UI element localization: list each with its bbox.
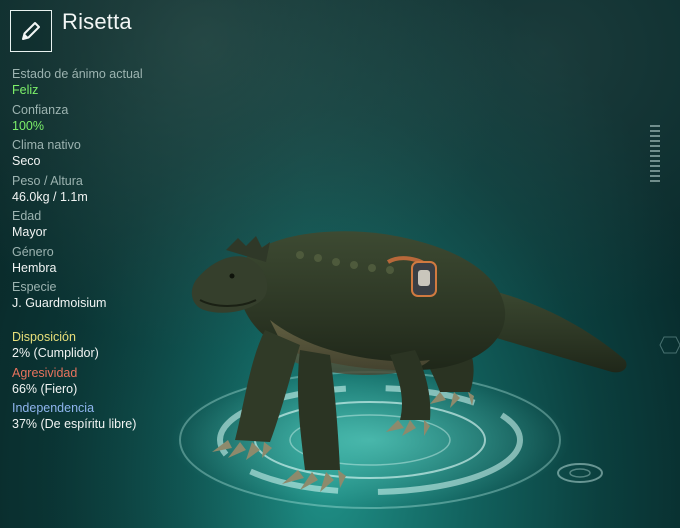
stat-value: J. Guardmoisium: [12, 296, 107, 310]
creature-name: Risetta: [62, 9, 132, 34]
edit-name-button[interactable]: [10, 10, 52, 52]
stat-trust: Confianza 100%: [12, 103, 262, 139]
trait-disposition: Disposición 2% (Cumplidor): [12, 330, 262, 366]
stat-species: Especie J. Guardmoisium: [12, 280, 262, 316]
stat-label: Peso / Altura: [12, 173, 83, 188]
stat-label: Edad: [12, 209, 42, 223]
stat-value: Hembra: [12, 260, 57, 275]
trait-label: Independencia: [12, 401, 95, 415]
stat-value: Feliz: [12, 83, 39, 97]
stat-value: 46.0kg / 1.1m: [12, 189, 88, 204]
trait-value: 66% (Fiero): [12, 381, 78, 396]
stat-label: Género: [12, 244, 54, 259]
stat-label: Especie: [12, 280, 57, 294]
stat-label: Confianza: [12, 102, 69, 117]
trait-label: Agresividad: [12, 365, 78, 380]
trait-label: Disposición: [12, 330, 76, 344]
stat-label: Estado de ánimo actual: [12, 67, 143, 81]
trait-aggression: Agresividad 66% (Fiero): [12, 366, 262, 402]
stat-value: Mayor: [12, 225, 47, 239]
stat-age: Edad Mayor: [12, 209, 262, 245]
stat-climate: Clima nativo Seco: [12, 138, 262, 174]
stat-value: Seco: [12, 154, 41, 168]
stat-gender: Género Hembra: [12, 245, 262, 281]
trait-value: 2% (Cumplidor): [12, 346, 99, 360]
pencil-icon: [22, 22, 40, 40]
stats-panel: Estado de ánimo actual Feliz Confianza 1…: [12, 67, 262, 316]
stat-mood: Estado de ánimo actual Feliz: [12, 67, 262, 103]
stat-label: Clima nativo: [12, 138, 81, 152]
stat-weight-height: Peso / Altura 46.0kg / 1.1m: [12, 174, 262, 210]
trait-independence: Independencia 37% (De espíritu libre): [12, 401, 262, 437]
stat-value: 100%: [12, 118, 44, 133]
hud-side-marks: [650, 125, 660, 182]
trait-value: 37% (De espíritu libre): [12, 417, 137, 431]
traits-panel: Disposición 2% (Cumplidor) Agresividad 6…: [12, 330, 262, 437]
